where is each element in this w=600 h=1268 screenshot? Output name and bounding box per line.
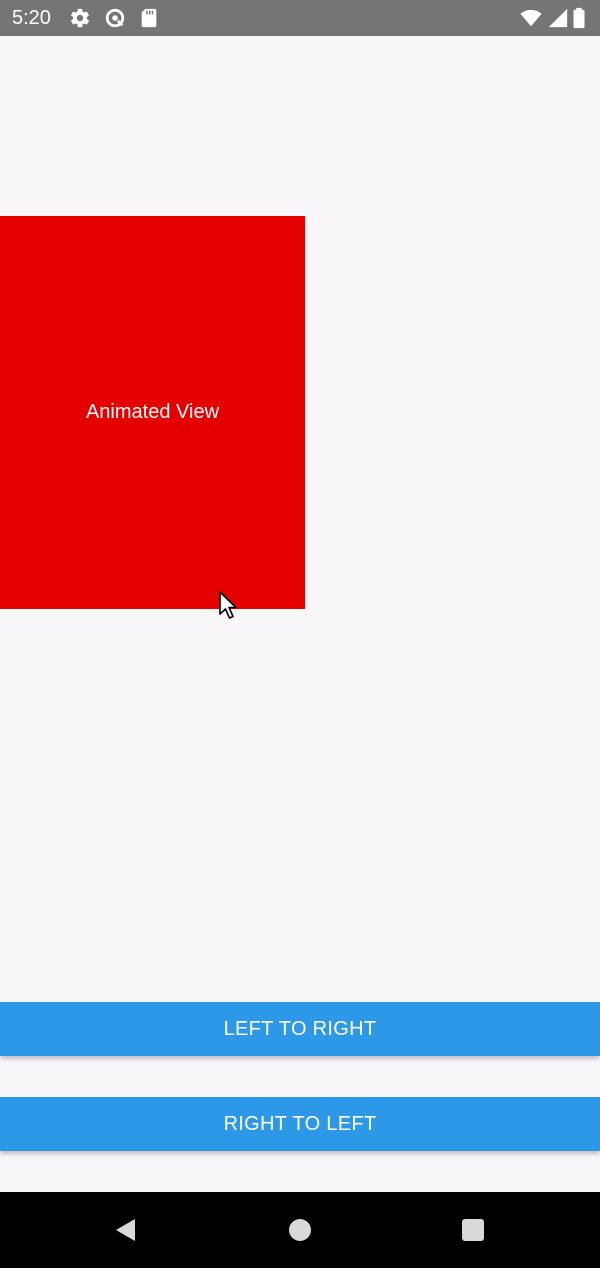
back-icon[interactable] — [111, 1216, 139, 1244]
settings-icon — [69, 7, 91, 29]
home-icon[interactable] — [286, 1216, 314, 1244]
sd-card-icon — [138, 7, 160, 29]
status-time: 5:20 — [12, 7, 51, 29]
mouse-cursor-icon — [218, 590, 238, 620]
battery-icon — [572, 7, 586, 29]
left-to-right-button[interactable]: LEFT TO RIGHT — [0, 1002, 600, 1056]
status-bar: 5:20 — [0, 0, 600, 36]
wifi-icon — [520, 7, 542, 29]
data-saver-icon — [104, 7, 126, 29]
navigation-bar — [0, 1192, 600, 1268]
animated-view-label: Animated View — [85, 401, 220, 423]
recents-icon[interactable] — [459, 1216, 487, 1244]
signal-icon — [547, 7, 569, 29]
app-content: Animated View LEFT TO RIGHT RIGHT TO LEF… — [0, 36, 600, 1192]
right-to-left-button[interactable]: RIGHT TO LEFT — [0, 1097, 600, 1151]
animated-view: Animated View — [0, 216, 305, 609]
